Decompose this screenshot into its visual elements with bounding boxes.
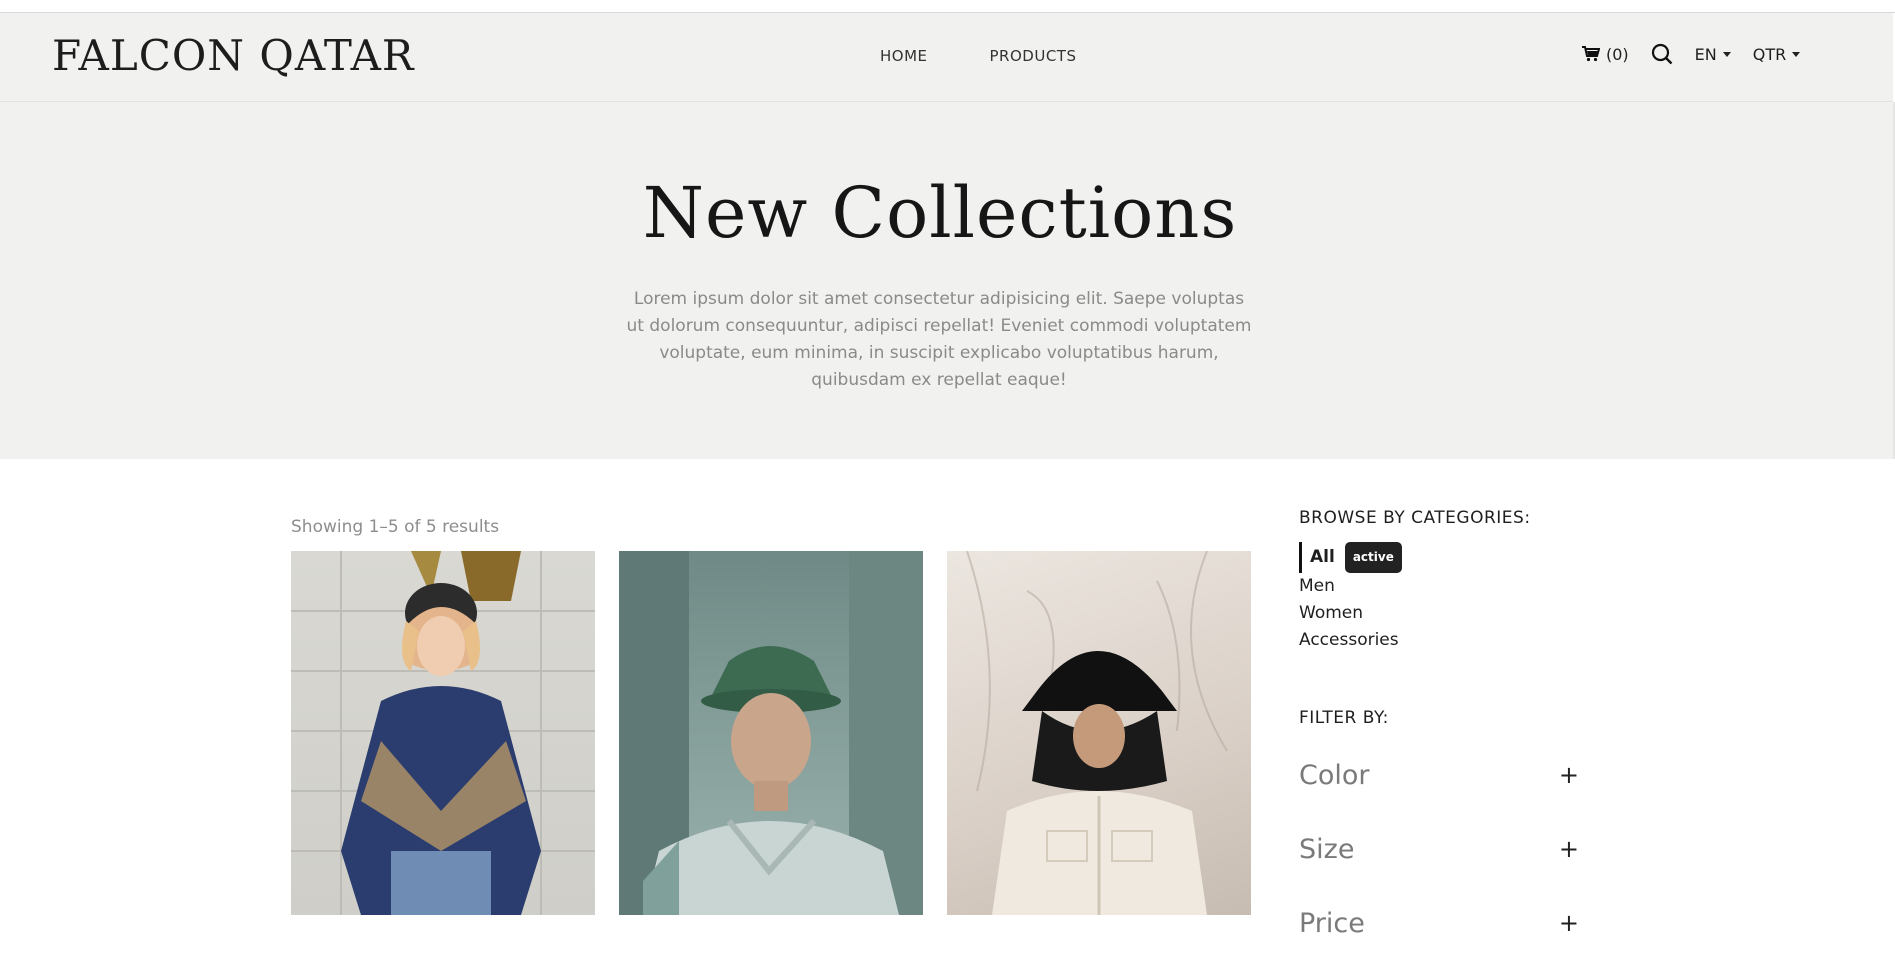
filter-heading: FILTER BY: bbox=[1299, 708, 1389, 728]
product-card[interactable] bbox=[291, 551, 595, 915]
category-label: All bbox=[1310, 547, 1335, 567]
category-list: All active Men Women Accessories bbox=[1299, 542, 1599, 654]
language-label: EN bbox=[1694, 44, 1717, 64]
header-actions: (0) EN QTR bbox=[1582, 43, 1801, 65]
status-badge: active bbox=[1344, 542, 1402, 573]
nav-products[interactable]: PRODUCTS bbox=[990, 47, 1077, 65]
currency-dropdown[interactable]: QTR bbox=[1752, 44, 1801, 64]
hero-description: Lorem ipsum dolor sit amet consectetur a… bbox=[626, 289, 1252, 390]
product-card[interactable] bbox=[619, 551, 923, 915]
chevron-down-icon bbox=[1792, 51, 1801, 57]
sidebar: BROWSE BY CATEGORIES: All active Men Wom… bbox=[1299, 508, 1599, 960]
site-header: FALCON QATAR HOME PRODUCTS (0) EN QTR bbox=[0, 13, 1893, 102]
plus-icon: + bbox=[1558, 909, 1579, 937]
cart-count: (0) bbox=[1606, 44, 1629, 64]
site-logo[interactable]: FALCON QATAR bbox=[52, 31, 415, 80]
search-icon[interactable] bbox=[1651, 43, 1673, 65]
category-item-men[interactable]: Men bbox=[1299, 573, 1599, 600]
category-item-all[interactable]: All active bbox=[1299, 542, 1599, 573]
product-card[interactable] bbox=[947, 551, 1251, 915]
filter-size[interactable]: Size + bbox=[1299, 812, 1587, 886]
page-title: New Collections bbox=[642, 172, 1238, 254]
currency-label: QTR bbox=[1752, 44, 1787, 64]
filter-label: Size bbox=[1299, 833, 1355, 865]
filter-label: Price bbox=[1299, 907, 1365, 939]
category-item-accessories[interactable]: Accessories bbox=[1299, 627, 1599, 654]
cart-icon bbox=[1582, 46, 1600, 62]
product-image bbox=[619, 551, 923, 915]
top-border bbox=[0, 0, 1895, 13]
filter-list: Color + Size + Price + bbox=[1299, 738, 1599, 960]
plus-icon: + bbox=[1558, 761, 1579, 789]
filter-price[interactable]: Price + bbox=[1299, 886, 1587, 960]
filter-color[interactable]: Color + bbox=[1299, 738, 1587, 812]
categories-heading: BROWSE BY CATEGORIES: bbox=[1299, 508, 1531, 528]
main-nav: HOME PRODUCTS bbox=[880, 47, 1076, 65]
results-count: Showing 1–5 of 5 results bbox=[291, 517, 500, 537]
cart-button[interactable]: (0) bbox=[1582, 45, 1629, 64]
product-image bbox=[291, 551, 595, 915]
plus-icon: + bbox=[1558, 835, 1579, 863]
chevron-down-icon bbox=[1722, 51, 1731, 57]
nav-home[interactable]: HOME bbox=[880, 47, 928, 65]
language-dropdown[interactable]: EN bbox=[1695, 45, 1731, 64]
filter-label: Color bbox=[1299, 759, 1370, 791]
hero-banner: New Collections Lorem ipsum dolor sit am… bbox=[0, 102, 1895, 459]
category-item-women[interactable]: Women bbox=[1299, 600, 1599, 627]
product-image bbox=[966, 551, 1228, 915]
